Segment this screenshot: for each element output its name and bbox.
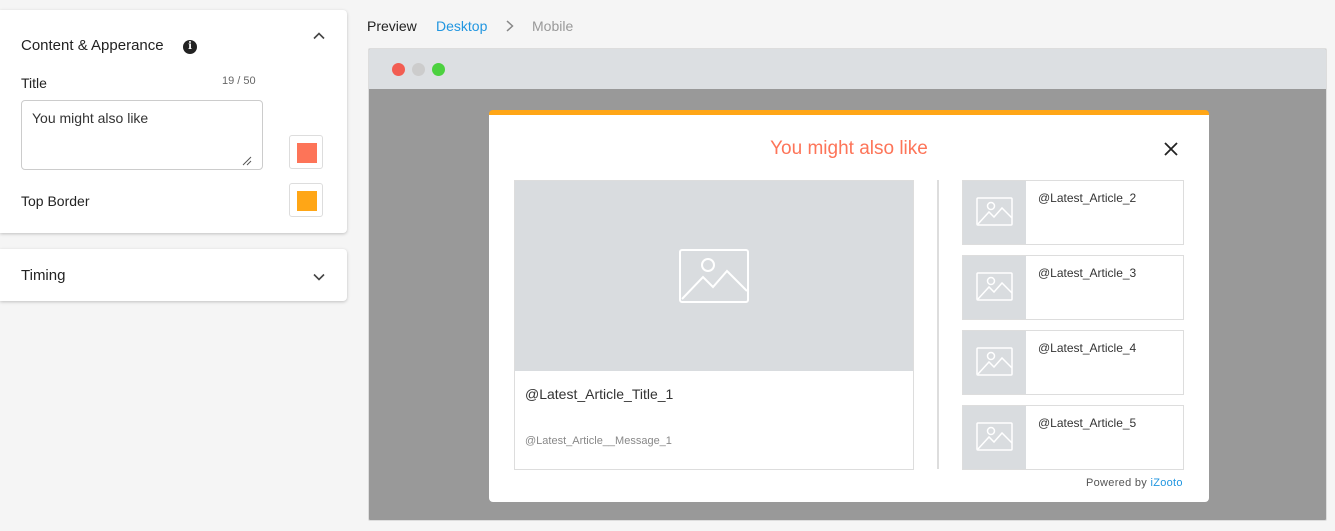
top-border-label: Top Border (21, 193, 90, 209)
side-article-title: @Latest_Article_4 (1038, 341, 1137, 355)
main-article-card[interactable]: @Latest_Article_Title_1 @Latest_Article_… (514, 180, 914, 470)
image-placeholder-icon (976, 347, 1013, 376)
close-dot (392, 63, 405, 76)
title-label: Title (21, 75, 47, 91)
timing-heading[interactable]: Timing (21, 267, 65, 284)
divider (937, 180, 939, 469)
side-article-image (963, 331, 1026, 394)
title-char-counter: 19 / 50 (222, 75, 256, 87)
chevron-down-icon[interactable] (311, 269, 327, 285)
maximize-dot (432, 63, 445, 76)
breadcrumb-mobile[interactable]: Mobile (532, 18, 573, 34)
image-placeholder-icon (679, 249, 749, 303)
image-placeholder-icon (976, 197, 1013, 226)
minimize-dot (412, 63, 425, 76)
resize-grip-icon[interactable] (242, 156, 252, 166)
title-color-picker[interactable] (289, 135, 323, 169)
top-border-color-picker[interactable] (289, 183, 323, 217)
side-article-title: @Latest_Article_3 (1038, 266, 1137, 280)
browser-titlebar (369, 49, 1326, 89)
close-icon[interactable] (1163, 141, 1179, 157)
browser-preview: You might also like @Latest_Article_Titl… (368, 48, 1327, 521)
timing-card[interactable]: Timing (0, 249, 347, 301)
side-article-card[interactable]: @Latest_Article_4 (962, 330, 1184, 395)
image-placeholder-icon (976, 422, 1013, 451)
breadcrumb-preview: Preview (367, 18, 417, 34)
breadcrumb-desktop[interactable]: Desktop (436, 18, 487, 34)
chevron-right-icon (506, 20, 514, 32)
side-article-card[interactable]: @Latest_Article_3 (962, 255, 1184, 320)
title-color-swatch (297, 143, 317, 163)
side-article-image (963, 406, 1026, 469)
title-textarea[interactable]: You might also like (21, 100, 263, 170)
powered-by-label: Powered by (1086, 477, 1148, 489)
content-appearance-heading[interactable]: Content & Apperance (21, 37, 164, 54)
side-article-title: @Latest_Article_5 (1038, 416, 1137, 430)
side-article-card[interactable]: @Latest_Article_5 (962, 405, 1184, 470)
powered-by: Powered by iZooto (1086, 477, 1183, 489)
content-appearance-card: Content & Apperance i Title 19 / 50 You … (0, 10, 347, 233)
chevron-up-icon[interactable] (311, 28, 327, 44)
image-placeholder-icon (976, 272, 1013, 301)
side-article-card[interactable]: @Latest_Article_2 (962, 180, 1184, 245)
side-article-image (963, 256, 1026, 319)
side-article-image (963, 181, 1026, 244)
recommendation-widget: You might also like @Latest_Article_Titl… (489, 110, 1209, 502)
izooto-link[interactable]: iZooto (1150, 477, 1182, 489)
top-border-color-swatch (297, 191, 317, 211)
main-article-title: @Latest_Article_Title_1 (525, 386, 674, 402)
widget-title: You might also like (770, 138, 928, 159)
main-article-message: @Latest_Article__Message_1 (525, 435, 672, 447)
main-article-image (515, 181, 913, 371)
info-icon[interactable]: i (183, 40, 197, 54)
side-article-title: @Latest_Article_2 (1038, 191, 1137, 205)
